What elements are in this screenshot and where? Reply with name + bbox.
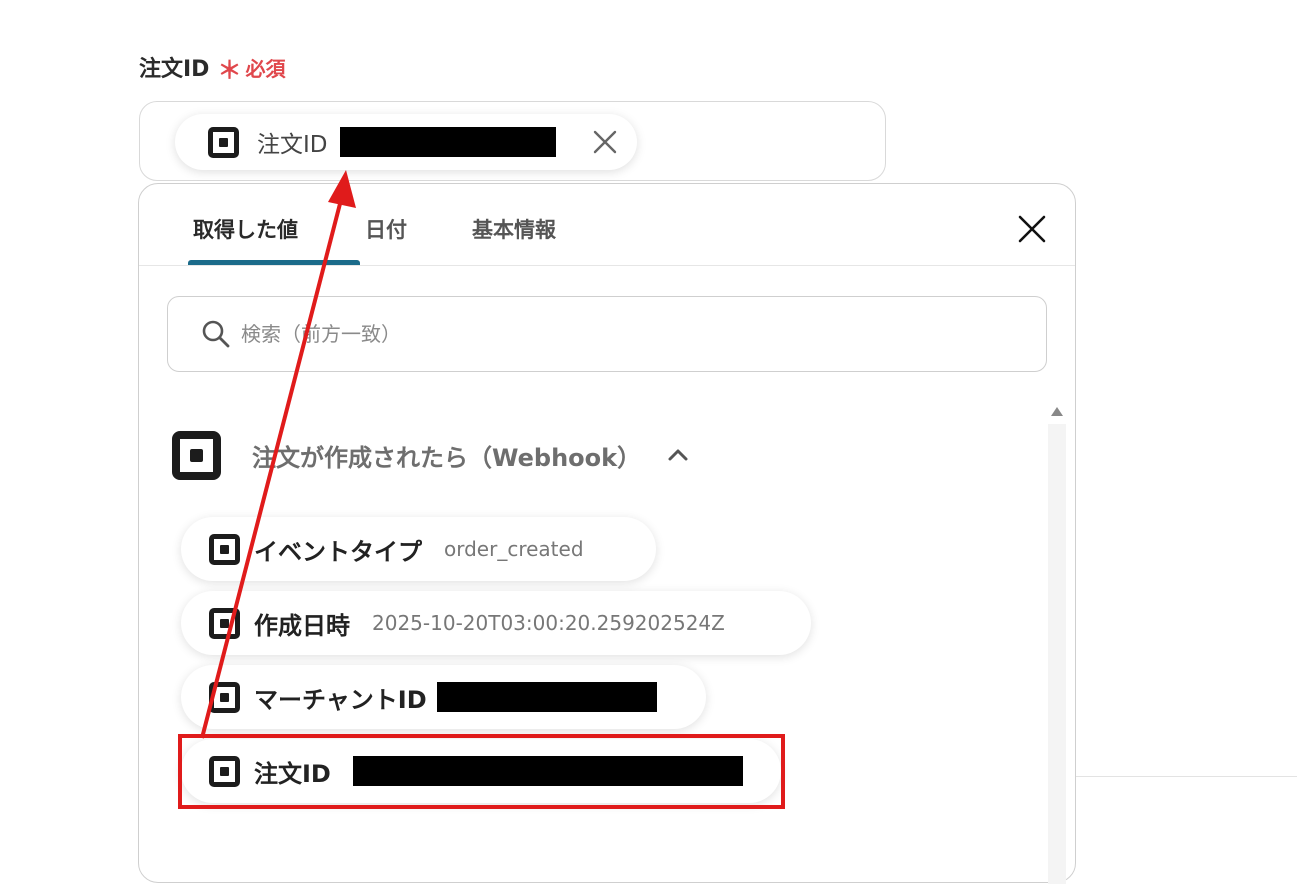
- square-logo-icon: [209, 533, 240, 565]
- divider-line: [1076, 776, 1297, 777]
- group-header[interactable]: 注文が作成されたら（Webhook）: [172, 430, 689, 480]
- square-logo-icon: [172, 430, 221, 480]
- required-asterisk: ＊: [217, 55, 242, 84]
- tab-date[interactable]: 日付: [365, 214, 407, 244]
- required-text: 必須: [245, 56, 286, 81]
- tab-acquired-values[interactable]: 取得した値: [193, 214, 298, 244]
- group-title: 注文が作成されたら（Webhook）: [252, 443, 642, 472]
- list-item-merchant-id[interactable]: マーチャントID: [181, 665, 706, 729]
- tabs-divider: [139, 265, 1075, 266]
- scrollbar-track[interactable]: [1048, 424, 1066, 884]
- selected-value-chip[interactable]: 注文ID: [175, 114, 637, 170]
- redacted-value: [339, 127, 556, 157]
- search-input[interactable]: [239, 321, 1023, 347]
- chip-label: 注文ID: [257, 132, 328, 158]
- item-value: order_created: [444, 537, 584, 561]
- field-label: 注文ID ＊ 必須: [139, 50, 285, 84]
- item-label: イベントタイプ: [254, 537, 422, 566]
- item-label: マーチャントID: [254, 685, 427, 714]
- scroll-up-arrow-icon[interactable]: [1050, 404, 1064, 418]
- tab-basic-info[interactable]: 基本情報: [472, 214, 556, 244]
- item-label: 作成日時: [254, 611, 350, 640]
- square-logo-icon: [208, 126, 239, 158]
- close-icon[interactable]: [1017, 214, 1047, 244]
- square-logo-icon: [209, 681, 240, 713]
- list-item-event-type[interactable]: イベントタイプ order_created: [181, 517, 656, 581]
- square-logo-icon: [209, 607, 240, 639]
- item-value: 2025-10-20T03:00:20.259202524Z: [372, 611, 725, 635]
- list-item-created-at[interactable]: 作成日時 2025-10-20T03:00:20.259202524Z: [181, 591, 811, 655]
- highlight-annotation-box: [178, 734, 785, 809]
- search-field[interactable]: [167, 296, 1047, 372]
- field-label-text: 注文ID: [139, 57, 210, 82]
- redacted-value: [436, 682, 657, 712]
- remove-chip-icon[interactable]: [591, 128, 619, 156]
- search-icon: [202, 320, 230, 348]
- chevron-up-icon[interactable]: [667, 444, 689, 466]
